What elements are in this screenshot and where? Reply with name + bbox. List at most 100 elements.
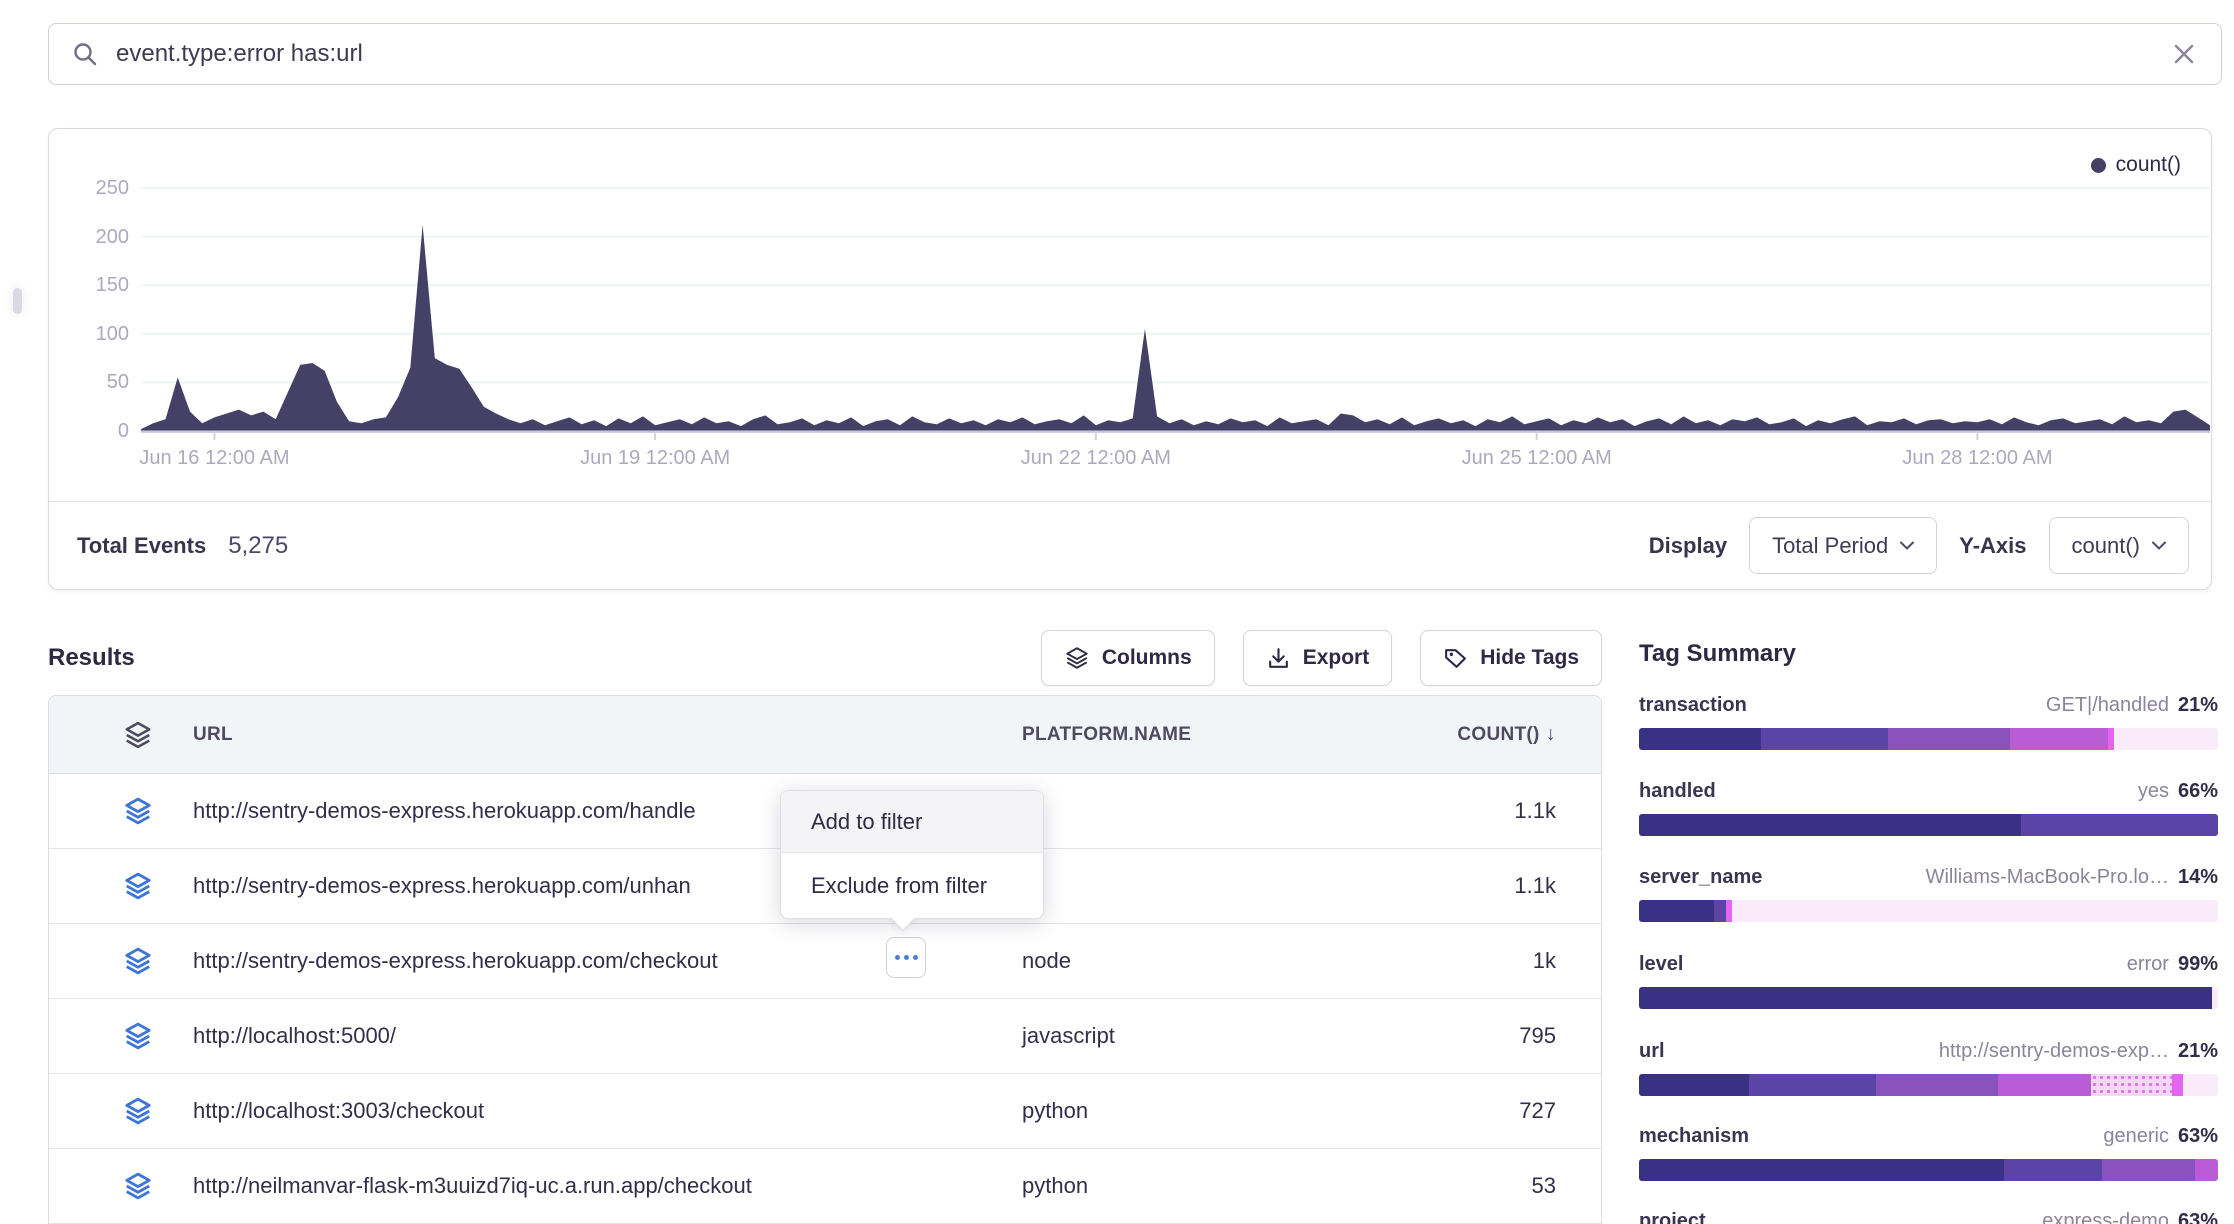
clear-search-icon[interactable] bbox=[2171, 41, 2197, 67]
tag-name: handled bbox=[1639, 780, 1716, 803]
tag-top-percent: 21% bbox=[2178, 694, 2218, 717]
chevron-down-icon bbox=[2152, 541, 2166, 550]
tag-summary-panel: Tag Summary transaction GET|/handled 21%… bbox=[1639, 640, 2218, 668]
display-label: Display bbox=[1649, 533, 1727, 559]
export-button[interactable]: Export bbox=[1243, 630, 1393, 686]
platform-cell[interactable]: python bbox=[1022, 1098, 1422, 1124]
tag-top-percent: 14% bbox=[2178, 866, 2218, 889]
legend-dot-icon bbox=[2091, 158, 2106, 173]
tag-name: server_name bbox=[1639, 866, 1762, 889]
tag-summary-row-server_name: server_name Williams-MacBook-Pro.lo… 14% bbox=[1639, 866, 2218, 922]
x-axis-tick: Jun 28 12:00 AM bbox=[1902, 447, 2052, 470]
tag-top-value: generic bbox=[2103, 1125, 2169, 1148]
tag-top-percent: 21% bbox=[2178, 1040, 2218, 1063]
panel-resize-handle[interactable] bbox=[13, 288, 22, 314]
y-axis-tick: 150 bbox=[67, 274, 129, 297]
tag-top-value: error bbox=[2127, 953, 2169, 976]
menu-item-add-to-filter[interactable]: Add to filter bbox=[781, 791, 1043, 853]
layers-icon bbox=[1064, 645, 1090, 671]
tag-icon bbox=[1443, 646, 1468, 671]
tag-name: transaction bbox=[1639, 694, 1747, 717]
tag-top-value: http://sentry-demos-exp… bbox=[1939, 1040, 2169, 1063]
count-cell[interactable]: 1.1k bbox=[1422, 873, 1601, 899]
tag-distribution-bar[interactable] bbox=[1639, 814, 2218, 836]
tag-summary-row-level: level error 99% bbox=[1639, 953, 2218, 1009]
tag-summary-row-mechanism: mechanism generic 63% bbox=[1639, 1125, 2218, 1181]
display-dropdown-value: Total Period bbox=[1772, 533, 1888, 559]
table-row: http://localhost:5000/ javascript 795 bbox=[49, 999, 1601, 1074]
events-chart-plot[interactable] bbox=[141, 181, 2210, 441]
x-axis-tick: Jun 22 12:00 AM bbox=[1021, 447, 1171, 470]
yaxis-label: Y-Axis bbox=[1959, 533, 2026, 559]
layers-icon bbox=[123, 1021, 153, 1051]
count-cell[interactable]: 795 bbox=[1422, 1023, 1601, 1049]
tag-top-value: Williams-MacBook-Pro.lo… bbox=[1926, 866, 2169, 889]
column-header-platform[interactable]: PLATFORM.NAME bbox=[1022, 724, 1422, 746]
results-header-row: Results Columns Export bbox=[48, 629, 1602, 687]
yaxis-dropdown-value: count() bbox=[2072, 533, 2140, 559]
total-events-value: 5,275 bbox=[228, 532, 288, 560]
tag-top-percent: 66% bbox=[2178, 780, 2218, 803]
cell-actions-menu: Add to filter Exclude from filter bbox=[780, 790, 1044, 919]
count-cell[interactable]: 53 bbox=[1422, 1173, 1601, 1199]
url-cell[interactable]: http://localhost:5000/ bbox=[153, 1023, 1022, 1049]
hide-tags-button-label: Hide Tags bbox=[1480, 646, 1579, 670]
tag-distribution-bar[interactable] bbox=[1639, 987, 2218, 1009]
legend-label: count() bbox=[2116, 153, 2181, 177]
platform-cell[interactable]: javascript bbox=[1022, 1023, 1422, 1049]
export-button-label: Export bbox=[1303, 646, 1370, 670]
total-events-label: Total Events bbox=[77, 533, 206, 559]
y-axis-tick: 200 bbox=[67, 226, 129, 249]
platform-cell[interactable]: node bbox=[1022, 948, 1422, 974]
search-input[interactable]: event.type:error has:url bbox=[116, 40, 2171, 68]
count-cell[interactable]: 1.1k bbox=[1422, 798, 1601, 824]
cell-actions-button[interactable] bbox=[886, 937, 926, 978]
tag-summary-row-transaction: transaction GET|/handled 21% bbox=[1639, 694, 2218, 750]
tag-top-value: yes bbox=[2138, 780, 2169, 803]
tag-name: mechanism bbox=[1639, 1125, 1749, 1148]
layers-icon bbox=[123, 946, 153, 976]
tag-top-percent: 63% bbox=[2178, 1125, 2218, 1148]
tag-name: project bbox=[1639, 1210, 1706, 1224]
count-cell[interactable]: 727 bbox=[1422, 1098, 1601, 1124]
hide-tags-button[interactable]: Hide Tags bbox=[1420, 630, 1602, 686]
display-dropdown[interactable]: Total Period bbox=[1749, 517, 1937, 574]
columns-button-label: Columns bbox=[1102, 646, 1192, 670]
x-axis-tick: Jun 25 12:00 AM bbox=[1462, 447, 1612, 470]
table-row: http://sentry-demos-express.herokuapp.co… bbox=[49, 924, 1601, 999]
chart-legend: count() bbox=[2091, 153, 2181, 177]
tag-summary-row-project: project express-demo 63% bbox=[1639, 1210, 2218, 1224]
tag-summary-row-handled: handled yes 66% bbox=[1639, 780, 2218, 836]
column-header-count[interactable]: COUNT()↓ bbox=[1422, 723, 1601, 746]
results-heading: Results bbox=[48, 644, 135, 672]
table-row: http://localhost:3003/checkout python 72… bbox=[49, 1074, 1601, 1149]
platform-cell[interactable]: python bbox=[1022, 1173, 1422, 1199]
tag-distribution-bar[interactable] bbox=[1639, 728, 2218, 750]
search-icon bbox=[71, 40, 99, 68]
tag-distribution-bar[interactable] bbox=[1639, 1159, 2218, 1181]
x-axis-tick: Jun 19 12:00 AM bbox=[580, 447, 730, 470]
tag-summary-title: Tag Summary bbox=[1639, 640, 2218, 668]
tag-name: url bbox=[1639, 1040, 1665, 1063]
column-header-url[interactable]: URL bbox=[153, 724, 1022, 746]
count-cell[interactable]: 1k bbox=[1422, 948, 1601, 974]
url-cell[interactable]: http://localhost:3003/checkout bbox=[153, 1098, 1022, 1124]
columns-button[interactable]: Columns bbox=[1041, 630, 1215, 686]
tag-distribution-bar[interactable] bbox=[1639, 900, 2218, 922]
search-bar[interactable]: event.type:error has:url bbox=[48, 23, 2222, 85]
y-axis-tick: 0 bbox=[67, 420, 129, 443]
layers-icon bbox=[123, 720, 153, 750]
url-cell[interactable]: http://neilmanvar-flask-m3uuizd7iq-uc.a.… bbox=[153, 1173, 1022, 1199]
tag-distribution-bar[interactable] bbox=[1639, 1074, 2218, 1096]
tag-top-value: express-demo bbox=[2042, 1210, 2169, 1224]
chart-panel-footer: Total Events 5,275 Display Total Period … bbox=[49, 501, 2211, 589]
chevron-down-icon bbox=[1900, 541, 1914, 550]
download-icon bbox=[1266, 646, 1291, 671]
yaxis-dropdown[interactable]: count() bbox=[2049, 517, 2189, 574]
table-row: http://neilmanvar-flask-m3uuizd7iq-uc.a.… bbox=[49, 1149, 1601, 1224]
layers-icon bbox=[123, 1096, 153, 1126]
menu-item-exclude-from-filter[interactable]: Exclude from filter bbox=[781, 853, 1043, 918]
results-table: URL PLATFORM.NAME COUNT()↓ http://sentry… bbox=[48, 695, 1602, 1224]
x-axis-tick: Jun 16 12:00 AM bbox=[139, 447, 289, 470]
y-axis-tick: 100 bbox=[67, 323, 129, 346]
